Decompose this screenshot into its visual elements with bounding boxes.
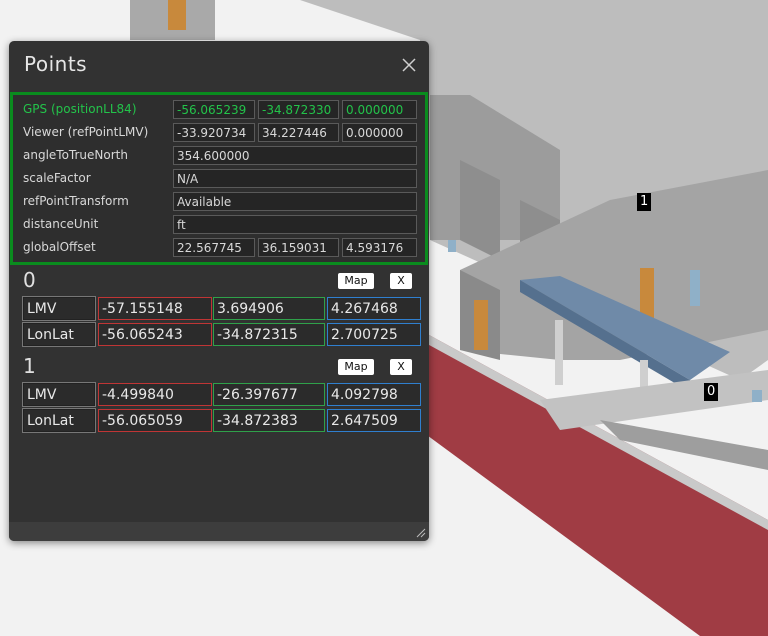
info-label: globalOffset xyxy=(23,240,96,254)
info-value: 354.600000 xyxy=(173,146,417,165)
info-value-x: -56.065239 xyxy=(173,100,255,119)
lmv-y-value: -26.397677 xyxy=(213,383,325,406)
info-label: GPS (positionLL84) xyxy=(23,102,137,116)
point-marker-1[interactable]: 1 xyxy=(637,193,652,211)
lon-value: -56.065059 xyxy=(98,409,212,432)
info-label: distanceUnit xyxy=(23,217,99,231)
info-row-global-offset: globalOffset 22.567745 36.159031 4.59317… xyxy=(13,238,425,259)
info-value-y: 36.159031 xyxy=(258,238,339,257)
info-value-y: 34.227446 xyxy=(258,123,339,142)
lon-value: -56.065243 xyxy=(98,323,212,346)
lonlat-label: LonLat xyxy=(22,408,96,433)
lmv-z-value: 4.267468 xyxy=(327,297,421,320)
lat-value: -34.872315 xyxy=(213,323,325,346)
close-icon[interactable] xyxy=(401,57,417,73)
info-value: N/A xyxy=(173,169,417,188)
panel-title: Points xyxy=(24,52,88,76)
info-value-x: -33.920734 xyxy=(173,123,255,142)
remove-point-button[interactable]: X xyxy=(390,359,412,375)
point-id: 1 xyxy=(23,354,36,378)
info-label: refPointTransform xyxy=(23,194,129,208)
map-button[interactable]: Map xyxy=(338,273,374,289)
info-row-transform: refPointTransform Available xyxy=(13,192,425,213)
info-value: Available xyxy=(173,192,417,211)
lmv-x-value: -4.499840 xyxy=(98,383,212,406)
resize-handle-icon[interactable] xyxy=(416,528,426,538)
info-value-x: 22.567745 xyxy=(173,238,255,257)
remove-point-button[interactable]: X xyxy=(390,273,412,289)
info-row-angle: angleToTrueNorth 354.600000 xyxy=(13,146,425,167)
lmv-z-value: 4.092798 xyxy=(327,383,421,406)
info-value-z: 0.000000 xyxy=(342,100,417,119)
info-row-scale: scaleFactor N/A xyxy=(13,169,425,190)
lonlat-label: LonLat xyxy=(22,322,96,347)
map-button[interactable]: Map xyxy=(338,359,374,375)
info-row-viewer: Viewer (refPointLMV) -33.920734 34.22744… xyxy=(13,123,425,144)
alt-value: 2.647509 xyxy=(327,409,421,432)
alt-value: 2.700725 xyxy=(327,323,421,346)
geo-reference-info: GPS (positionLL84) -56.065239 -34.872330… xyxy=(10,92,428,265)
info-row-distance-unit: distanceUnit ft xyxy=(13,215,425,236)
lmv-label: LMV xyxy=(22,382,96,407)
lat-value: -34.872383 xyxy=(213,409,325,432)
point-marker-0[interactable]: 0 xyxy=(704,383,719,401)
info-value-z: 4.593176 xyxy=(342,238,417,257)
points-panel: Points GPS (positionLL84) -56.065239 -34… xyxy=(9,41,429,541)
info-row-gps: GPS (positionLL84) -56.065239 -34.872330… xyxy=(13,100,425,121)
info-label: angleToTrueNorth xyxy=(23,148,128,162)
lmv-label: LMV xyxy=(22,296,96,321)
info-value-y: -34.872330 xyxy=(258,100,339,119)
info-label: scaleFactor xyxy=(23,171,91,185)
lmv-x-value: -57.155148 xyxy=(98,297,212,320)
panel-footer xyxy=(9,522,429,541)
info-label: Viewer (refPointLMV) xyxy=(23,125,149,139)
lmv-y-value: 3.694906 xyxy=(213,297,325,320)
point-id: 0 xyxy=(23,268,36,292)
info-value-z: 0.000000 xyxy=(342,123,417,142)
info-value: ft xyxy=(173,215,417,234)
